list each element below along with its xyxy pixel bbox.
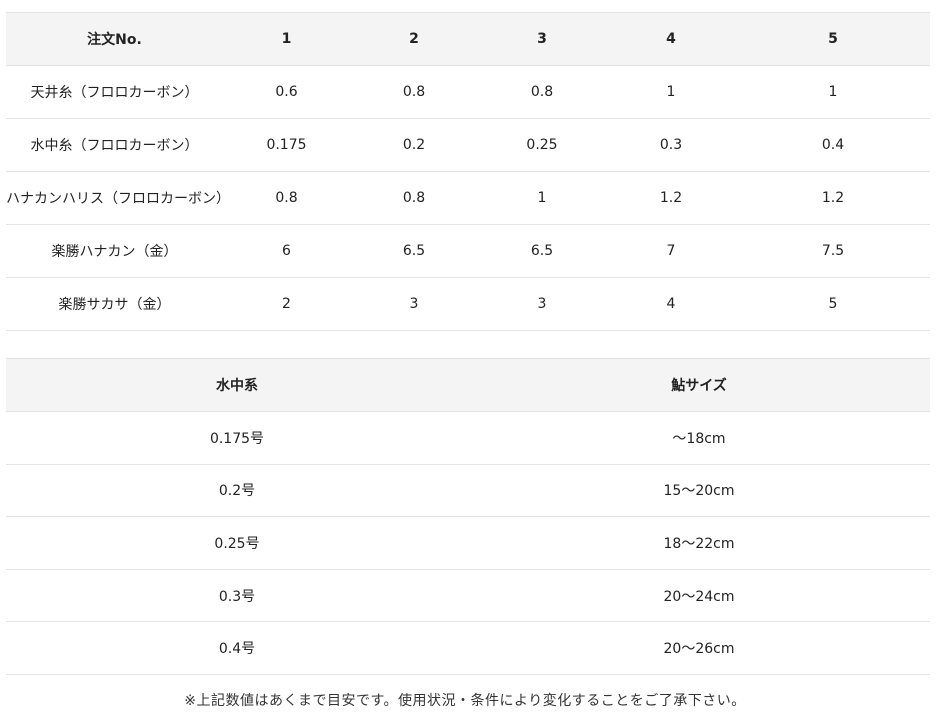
- table-cell: 0.6: [223, 65, 350, 119]
- table-cell: 1.2: [606, 171, 736, 225]
- table-row: 0.4号 20～26cm: [6, 621, 930, 675]
- spec-table: 注文No. 1 2 3 4 5 天井糸（フロロカーボン） 0.6 0.8 0.8…: [6, 12, 930, 331]
- table-row: 0.175号 ～18cm: [6, 411, 930, 465]
- table-cell: 2: [223, 277, 350, 331]
- table-row: 楽勝ハナカン（金） 6 6.5 6.5 7 7.5: [6, 224, 930, 278]
- table-row: 0.2号 15～20cm: [6, 464, 930, 518]
- spec-header-3: 3: [478, 12, 606, 66]
- line-size-cell: 0.3号: [6, 569, 468, 623]
- row-label: ハナカンハリス（フロロカーボン）: [6, 171, 230, 225]
- spec-header-2: 2: [350, 12, 478, 66]
- row-label: 楽勝サカサ（金）: [6, 277, 223, 331]
- table-row: 楽勝サカサ（金） 2 3 3 4 5: [6, 277, 930, 331]
- table-cell: 0.25: [478, 118, 606, 172]
- table-row: 0.3号 20～24cm: [6, 569, 930, 623]
- table-row: 0.25号 18～22cm: [6, 516, 930, 570]
- table-row: 天井糸（フロロカーボン） 0.6 0.8 0.8 1 1: [6, 65, 930, 119]
- disclaimer-note: ※上記数値はあくまで目安です。使用状況・条件により変化することをご了承下さい。: [184, 693, 746, 709]
- table-row: 水中糸（フロロカーボン） 0.175 0.2 0.25 0.3 0.4: [6, 118, 930, 172]
- table-cell: 1: [478, 171, 606, 225]
- line-size-cell: 0.4号: [6, 621, 468, 675]
- table-cell: 1: [736, 65, 930, 119]
- table-cell: 0.8: [350, 171, 478, 225]
- row-label: 楽勝ハナカン（金）: [6, 224, 223, 278]
- line-size-cell: 0.2号: [6, 464, 468, 518]
- spec-header-1: 1: [223, 12, 350, 66]
- table-cell: 1.2: [736, 171, 930, 225]
- fish-size-cell: 20～24cm: [468, 569, 930, 623]
- table-cell: 3: [350, 277, 478, 331]
- size-header-fish-size: 鮎サイズ: [468, 358, 930, 412]
- table-cell: 0.3: [606, 118, 736, 172]
- table-cell: 0.8: [350, 65, 478, 119]
- size-table-header-row: 水中系 鮎サイズ: [6, 358, 930, 412]
- line-size-cell: 0.175号: [6, 411, 468, 465]
- spec-table-header-row: 注文No. 1 2 3 4 5: [6, 12, 930, 66]
- table-cell: 6.5: [350, 224, 478, 278]
- fish-size-cell: ～18cm: [468, 411, 930, 465]
- table-cell: 4: [606, 277, 736, 331]
- table-cell: 7: [606, 224, 736, 278]
- spec-header-4: 4: [606, 12, 736, 66]
- row-label: 水中糸（フロロカーボン）: [6, 118, 223, 172]
- table-cell: 1: [606, 65, 736, 119]
- table-cell: 0.175: [223, 118, 350, 172]
- fish-size-cell: 15～20cm: [468, 464, 930, 518]
- fish-size-cell: 18～22cm: [468, 516, 930, 570]
- table-cell: 0.2: [350, 118, 478, 172]
- table-cell: 5: [736, 277, 930, 331]
- size-header-line: 水中系: [6, 358, 468, 412]
- table-cell: 3: [478, 277, 606, 331]
- size-table: 水中系 鮎サイズ 0.175号 ～18cm 0.2号 15～20cm 0.25号…: [6, 358, 930, 675]
- spec-header-order-no: 注文No.: [6, 12, 223, 66]
- table-cell: 0.4: [736, 118, 930, 172]
- table-row: ハナカンハリス（フロロカーボン） 0.8 0.8 1 1.2 1.2: [6, 171, 930, 225]
- table-cell: 0.8: [478, 65, 606, 119]
- table-cell: 6.5: [478, 224, 606, 278]
- table-cell: 6: [223, 224, 350, 278]
- table-cell: 7.5: [736, 224, 930, 278]
- table-cell: 0.8: [223, 171, 350, 225]
- line-size-cell: 0.25号: [6, 516, 468, 570]
- fish-size-cell: 20～26cm: [468, 621, 930, 675]
- spec-header-5: 5: [736, 12, 930, 66]
- row-label: 天井糸（フロロカーボン）: [6, 65, 223, 119]
